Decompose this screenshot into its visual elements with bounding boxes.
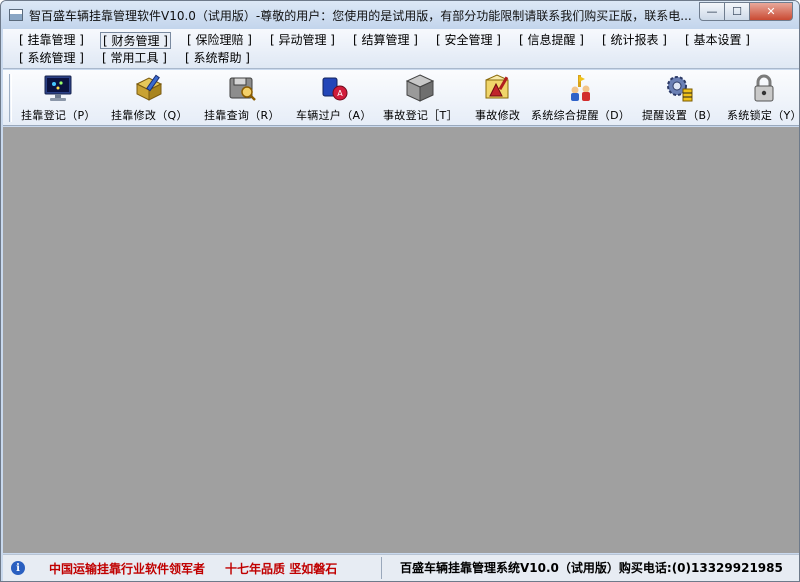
- toolbar-label: 事故登记［T］: [383, 109, 458, 122]
- menu-item-safety[interactable]: [ 安全管理 ]: [434, 32, 503, 49]
- menu-bar: [ 挂靠管理 ] [ 财务管理 ] [ 保险理赔 ] [ 异动管理 ] [ 结算…: [3, 29, 799, 69]
- alert-people-icon: [565, 72, 597, 104]
- menu-item-basic-settings[interactable]: [ 基本设置 ]: [683, 32, 752, 49]
- monitor-icon: [42, 72, 74, 104]
- svg-text:A: A: [337, 89, 343, 98]
- accident-edit-icon: [482, 72, 514, 104]
- toolbar-label: 事故修改: [475, 109, 521, 122]
- minimize-button[interactable]: —: [699, 2, 725, 21]
- menu-item-system[interactable]: [ 系统管理 ]: [17, 50, 86, 67]
- app-window: 智百盛车辆挂靠管理软件V10.0（试用版）-尊敬的用户：您使用的是试用版，有部分…: [0, 0, 800, 582]
- toolbar-label: 挂靠修改（Q）: [111, 109, 188, 122]
- toolbar-label: 系统锁定（Y）: [727, 109, 800, 122]
- toolbar-button-system-lock[interactable]: 系统锁定（Y）: [727, 72, 800, 124]
- toolbar-button-reminder-settings[interactable]: 提醒设置（B）: [642, 72, 718, 124]
- menu-item-reminder[interactable]: [ 信息提醒 ]: [517, 32, 586, 49]
- toolbar-label: 提醒设置（B）: [642, 109, 718, 122]
- maximize-icon: ☐: [732, 5, 742, 18]
- toolbar-button-accident-modify[interactable]: 事故修改: [475, 72, 520, 124]
- menu-row-1: [ 挂靠管理 ] [ 财务管理 ] [ 保险理赔 ] [ 异动管理 ] [ 结算…: [17, 31, 799, 49]
- toolbar-label: 挂靠查询（R）: [204, 109, 280, 122]
- caption-buttons: — ☐ ✕: [699, 2, 793, 21]
- search-disk-icon: [226, 72, 258, 104]
- toolbar-button-modify[interactable]: 挂靠修改（Q）: [111, 72, 188, 124]
- toolbar-label: 车辆过户（A）: [296, 109, 372, 122]
- close-button[interactable]: ✕: [750, 2, 793, 21]
- menu-item-insurance[interactable]: [ 保险理赔 ]: [185, 32, 254, 49]
- toolbar-button-accident-register[interactable]: 事故登记［T］: [383, 72, 458, 124]
- toolbar-grip[interactable]: [9, 74, 12, 122]
- menu-item-reports[interactable]: [ 统计报表 ]: [600, 32, 669, 49]
- status-slogan-1: 中国运输挂靠行业软件领军者: [49, 561, 206, 576]
- cube-icon: [404, 72, 436, 104]
- minimize-icon: —: [706, 5, 718, 18]
- status-slogan-2: 十七年品质 坚如磐石: [225, 561, 338, 576]
- title-bar[interactable]: 智百盛车辆挂靠管理软件V10.0（试用版）-尊敬的用户：您使用的是试用版，有部分…: [1, 1, 799, 29]
- toolbar-label: 系统综合提醒（D）: [531, 109, 631, 122]
- edit-box-icon: [133, 72, 165, 104]
- gear-settings-icon: [664, 72, 696, 104]
- maximize-button[interactable]: ☐: [725, 2, 750, 21]
- app-icon[interactable]: [9, 9, 23, 21]
- toolbar-button-system-reminder[interactable]: 系统综合提醒（D）: [531, 72, 630, 124]
- mdi-client-area[interactable]: [3, 127, 799, 553]
- menu-item-finance[interactable]: [ 财务管理 ]: [100, 31, 171, 49]
- lock-icon: [748, 72, 780, 104]
- toolbar-button-register[interactable]: 挂靠登记（P）: [21, 72, 96, 124]
- toolbar-button-transfer[interactable]: A 车辆过户（A）: [296, 72, 372, 124]
- status-bar: i 中国运输挂靠行业软件领军者 十七年品质 坚如磐石 百盛车辆挂靠管理系统V10…: [3, 554, 799, 581]
- menu-item-help[interactable]: [ 系统帮助 ]: [183, 50, 252, 67]
- close-icon: ✕: [766, 5, 776, 18]
- toolbar-label: 挂靠登记（P）: [21, 109, 96, 122]
- info-icon: i: [11, 561, 25, 575]
- toolbar-button-query[interactable]: 挂靠查询（R）: [204, 72, 280, 124]
- menu-item-settlement[interactable]: [ 结算管理 ]: [351, 32, 420, 49]
- window-title: 智百盛车辆挂靠管理软件V10.0（试用版）-尊敬的用户：您使用的是试用版，有部分…: [29, 8, 692, 23]
- menu-row-2: [ 系统管理 ] [ 常用工具 ] [ 系统帮助 ]: [17, 49, 799, 67]
- toolbar: 挂靠登记（P） 挂靠修改（Q） 挂靠查询（R） A 车辆过户（A） 事故登记［T…: [3, 70, 799, 126]
- menu-item-guakao[interactable]: [ 挂靠管理 ]: [17, 32, 86, 49]
- menu-item-tools[interactable]: [ 常用工具 ]: [100, 50, 169, 67]
- menu-item-change[interactable]: [ 异动管理 ]: [268, 32, 337, 49]
- status-product-info: 百盛车辆挂靠管理系统V10.0（试用版）购买电话:(0)13329921985: [381, 557, 797, 579]
- transfer-icon: A: [318, 72, 350, 104]
